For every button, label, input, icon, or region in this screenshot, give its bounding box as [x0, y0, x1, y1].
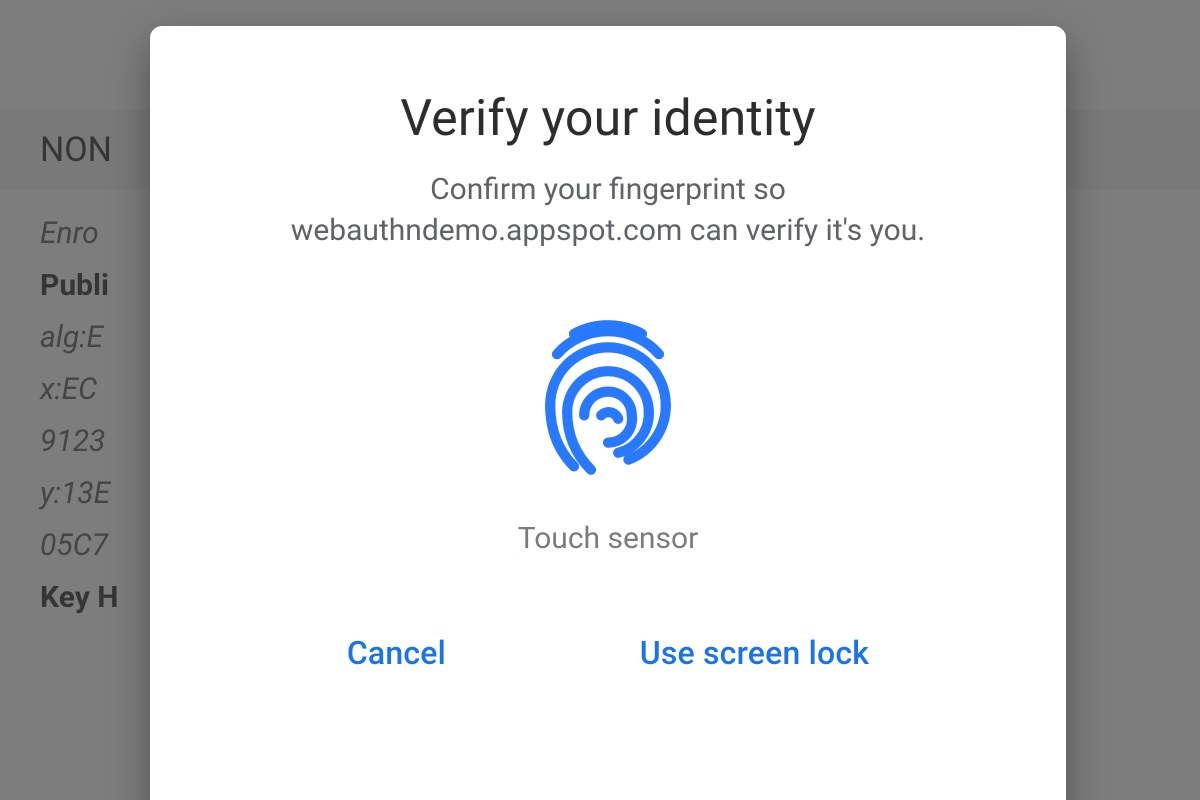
fingerprint-icon[interactable] — [518, 305, 698, 485]
cancel-button[interactable]: Cancel — [321, 616, 472, 690]
touch-sensor-label: Touch sensor — [518, 521, 698, 556]
dialog-subtitle: Confirm your fingerprint so webauthndemo… — [238, 170, 978, 251]
dialog-title: Verify your identity — [400, 90, 816, 148]
use-screen-lock-button[interactable]: Use screen lock — [614, 616, 895, 690]
dialog-actions: Cancel Use screen lock — [220, 616, 996, 710]
biometric-dialog: Verify your identity Confirm your finger… — [150, 26, 1066, 800]
